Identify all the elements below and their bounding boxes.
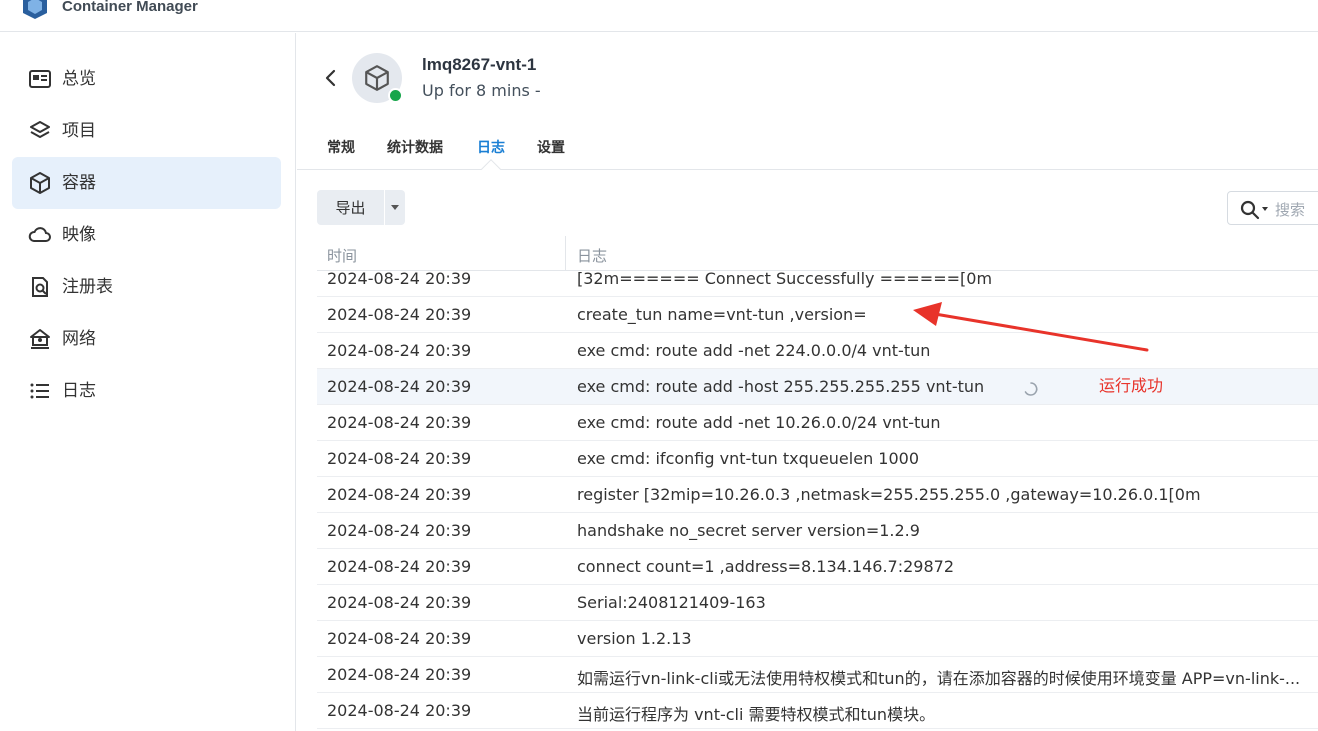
log-message: 如需运行vn-link-cli或无法使用特权模式和tun的，请在添加容器的时候使… xyxy=(577,669,1301,688)
table-row[interactable]: 2024-08-24 20:39 create_tun name=vnt-tun… xyxy=(317,297,1318,333)
sidebar-item-label: 容器 xyxy=(62,173,96,193)
log-time: 2024-08-24 20:39 xyxy=(327,341,472,360)
table-row[interactable]: 2024-08-24 20:39 exe cmd: ifconfig vnt-t… xyxy=(317,441,1318,477)
log-message: Serial:2408121409-163 xyxy=(577,593,766,612)
log-message: exe cmd: route add -net 10.26.0.0/24 vnt… xyxy=(577,413,941,432)
cloud-icon xyxy=(28,227,51,242)
log-message: connect count=1 ,address=8.134.146.7:298… xyxy=(577,557,955,576)
active-tab-indicator xyxy=(481,159,501,179)
cube-icon xyxy=(30,172,50,194)
log-message: handshake no_secret server version=1.2.9 xyxy=(577,521,920,540)
container-status: Up for 8 mins - xyxy=(422,81,541,100)
search-filter-dropdown-icon[interactable] xyxy=(1262,207,1268,211)
table-row[interactable]: 2024-08-24 20:39 exe cmd: route add -net… xyxy=(317,405,1318,441)
sidebar-item-network[interactable]: 网络 xyxy=(12,313,281,365)
status-running-dot xyxy=(388,88,403,103)
network-house-icon xyxy=(30,329,50,349)
tab-logs[interactable]: 日志 xyxy=(477,137,505,157)
log-time: 2024-08-24 20:39 xyxy=(327,521,472,540)
log-message: register [32mip=10.26.0.3 ,netmask=255.2… xyxy=(577,485,1201,504)
sidebar-item-overview[interactable]: 总览 xyxy=(12,53,281,105)
tab-settings[interactable]: 设置 xyxy=(537,137,565,157)
sidebar-item-label: 注册表 xyxy=(62,277,113,297)
loading-spinner-icon xyxy=(1024,382,1038,396)
column-divider[interactable] xyxy=(565,236,566,271)
log-time: 2024-08-24 20:39 xyxy=(327,413,472,432)
log-time: 2024-08-24 20:39 xyxy=(327,593,472,612)
table-row[interactable]: 2024-08-24 20:39 connect count=1 ,addres… xyxy=(317,549,1318,585)
search-placeholder: 搜索 xyxy=(1275,201,1306,219)
cube-icon xyxy=(365,65,389,91)
table-row[interactable]: 2024-08-24 20:39 如需运行vn-link-cli或无法使用特权模… xyxy=(317,657,1318,693)
tab-bar: 常规 统计数据 日志 设置 xyxy=(297,133,1318,179)
sidebar-item-label: 总览 xyxy=(62,69,96,89)
sidebar: 总览 项目 容器 映像 注册表 网络 日志 xyxy=(0,33,296,731)
sidebar-item-label: 项目 xyxy=(62,121,96,141)
export-dropdown-button[interactable] xyxy=(385,190,405,225)
log-table: 时间 日志 2024-08-24 20:39 [32m====== Connec… xyxy=(317,236,1318,731)
log-message: version 1.2.13 xyxy=(577,629,692,648)
log-time: 2024-08-24 20:39 xyxy=(327,665,472,684)
overview-icon xyxy=(29,70,51,88)
sidebar-item-containers[interactable]: 容器 xyxy=(12,157,281,209)
search-icon xyxy=(1240,200,1260,220)
container-manager-logo-icon xyxy=(23,0,47,19)
table-row[interactable]: 2024-08-24 20:39 [32m====== Connect Succ… xyxy=(317,271,1318,297)
log-message: exe cmd: route add -host 255.255.255.255… xyxy=(577,377,985,396)
log-time: 2024-08-24 20:39 xyxy=(327,271,472,288)
log-message: exe cmd: route add -net 224.0.0.0/4 vnt-… xyxy=(577,341,931,360)
table-header: 时间 日志 xyxy=(317,236,1318,271)
export-button[interactable]: 导出 xyxy=(317,190,384,225)
layers-icon xyxy=(30,121,50,138)
app-title: Container Manager xyxy=(62,0,198,15)
tab-statistics[interactable]: 统计数据 xyxy=(387,137,443,157)
table-body[interactable]: 2024-08-24 20:39 [32m====== Connect Succ… xyxy=(317,271,1318,731)
table-row[interactable]: 2024-08-24 20:39 handshake no_secret ser… xyxy=(317,513,1318,549)
log-time: 2024-08-24 20:39 xyxy=(327,629,472,648)
sidebar-item-registry[interactable]: 注册表 xyxy=(12,261,281,313)
log-time: 2024-08-24 20:39 xyxy=(327,449,472,468)
log-time: 2024-08-24 20:39 xyxy=(327,305,472,324)
sidebar-item-logs[interactable]: 日志 xyxy=(12,365,281,417)
chevron-down-icon xyxy=(391,205,399,210)
annotation-label: 运行成功 xyxy=(1099,376,1164,395)
sidebar-item-label: 映像 xyxy=(62,225,96,245)
search-input[interactable]: 搜索 xyxy=(1227,191,1318,225)
log-time: 2024-08-24 20:39 xyxy=(327,377,472,396)
back-arrow-icon[interactable] xyxy=(321,67,341,89)
sidebar-item-label: 日志 xyxy=(62,381,96,401)
table-row[interactable]: 2024-08-24 20:39 register [32mip=10.26.0… xyxy=(317,477,1318,513)
table-row[interactable]: 2024-08-24 20:39 当前运行程序为 vnt-cli 需要特权模式和… xyxy=(317,693,1318,729)
sidebar-item-images[interactable]: 映像 xyxy=(12,209,281,261)
column-header-log[interactable]: 日志 xyxy=(577,245,607,266)
sidebar-item-projects[interactable]: 项目 xyxy=(12,105,281,157)
table-row[interactable]: 2024-08-24 20:39 version 1.2.13 xyxy=(317,621,1318,657)
table-row[interactable]: 2024-08-24 20:39 exe cmd: route add -hos… xyxy=(317,369,1318,405)
log-message: [32m====== Connect Successfully ======[0… xyxy=(577,271,993,288)
column-header-time[interactable]: 时间 xyxy=(327,245,357,266)
log-message: 当前运行程序为 vnt-cli 需要特权模式和tun模块。 xyxy=(577,705,936,724)
container-name: lmq8267-vnt-1 xyxy=(422,55,537,74)
table-row[interactable]: 2024-08-24 20:39 exe cmd: route add -net… xyxy=(317,333,1318,369)
log-message: exe cmd: ifconfig vnt-tun txqueuelen 100… xyxy=(577,449,920,468)
sidebar-item-label: 网络 xyxy=(62,329,96,349)
title-bar: Container Manager xyxy=(0,0,1318,32)
main-panel: lmq8267-vnt-1 Up for 8 mins - 常规 统计数据 日志… xyxy=(297,33,1318,731)
log-time: 2024-08-24 20:39 xyxy=(327,557,472,576)
log-time: 2024-08-24 20:39 xyxy=(327,701,472,720)
log-time: 2024-08-24 20:39 xyxy=(327,485,472,504)
registry-search-icon xyxy=(32,277,48,297)
list-icon xyxy=(30,383,49,399)
tab-general[interactable]: 常规 xyxy=(327,137,355,157)
log-message: create_tun name=vnt-tun ,version= xyxy=(577,305,867,324)
table-row[interactable]: 2024-08-24 20:39 Serial:2408121409-163 xyxy=(317,585,1318,621)
